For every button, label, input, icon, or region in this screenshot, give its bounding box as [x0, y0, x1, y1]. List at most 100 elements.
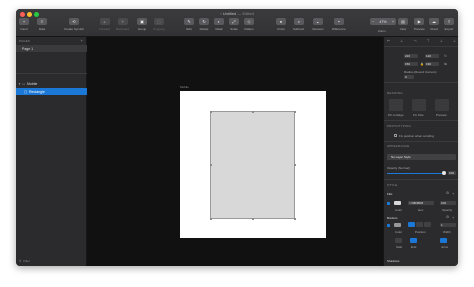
ungroup-icon: ▢ — [153, 18, 164, 25]
resizing-pin-to-edge[interactable] — [389, 99, 403, 111]
zoom-control[interactable]: − 47% + — [370, 18, 396, 25]
border-color-swatch[interactable] — [394, 223, 401, 227]
preview-button[interactable]: ▶ Preview — [414, 18, 425, 36]
ungroup-button[interactable]: ▢ Ungroup — [153, 18, 165, 36]
union-icon: ● — [276, 18, 286, 25]
view-button[interactable]: ▤ View — [398, 18, 408, 36]
resize-handle[interactable] — [293, 217, 296, 220]
add-fill-icon[interactable]: + — [452, 191, 454, 196]
resizing-header: RESIZING — [387, 91, 403, 95]
ends-start[interactable] — [395, 238, 402, 243]
backward-button[interactable]: ▼ Backward — [116, 18, 129, 36]
resizing-fix-size[interactable] — [412, 99, 426, 111]
divider — [384, 141, 458, 142]
flip-icon[interactable]: ⇋ — [444, 62, 447, 66]
page-item[interactable]: Page 1 — [16, 45, 87, 52]
opacity-slider-track[interactable] — [387, 173, 444, 174]
scale-icon: ⤢ — [229, 18, 239, 25]
zoom-in-icon[interactable]: + — [392, 20, 394, 24]
insert-button[interactable]: + Insert — [19, 18, 29, 36]
x-position-field[interactable]: 216 — [404, 54, 418, 58]
scale-button[interactable]: ⤢ Scale — [229, 18, 239, 36]
resize-handle[interactable] — [209, 110, 212, 113]
resize-handle[interactable] — [252, 110, 254, 113]
fix-size-label: Fix Size — [413, 113, 424, 117]
align-right-icon[interactable]: ⊣ — [413, 39, 416, 44]
layer-row-rectangle[interactable]: ▢ Rectangle — [16, 88, 87, 95]
resize-handle[interactable] — [293, 110, 296, 113]
data-button[interactable]: ≡ Data — [37, 18, 47, 36]
rotate-field-icon[interactable]: ↻ — [444, 54, 447, 58]
zoom-out-icon[interactable]: − — [372, 20, 374, 24]
add-border-icon[interactable]: + — [452, 215, 454, 220]
align-top-icon[interactable]: ⊤ — [427, 39, 430, 44]
forward-button[interactable]: ▲ Forward — [99, 18, 110, 36]
prototyping-header: PROTOTYPING — [387, 124, 411, 128]
artboard-label[interactable]: Mobile — [180, 85, 189, 89]
opacity-slider-knob[interactable] — [442, 171, 446, 175]
appearance-header: APPEARANCE — [387, 144, 410, 148]
fill-options-icon[interactable]: ⚙ — [446, 191, 449, 195]
align-center-icon[interactable]: ⊥ — [400, 39, 403, 44]
rotate-button[interactable]: ↻ Rotate — [199, 18, 209, 36]
backward-icon: ▼ — [117, 18, 128, 25]
fill-hex-field[interactable]: # D8D8D8 — [408, 201, 434, 205]
add-page-icon[interactable]: + — [81, 38, 83, 43]
subtract-button[interactable]: ◑ Subtract — [293, 18, 304, 36]
align-left-icon[interactable]: ⊢ — [387, 39, 390, 44]
y-position-field[interactable]: 120 — [425, 54, 439, 58]
cloud-button[interactable]: ☁ Cloud — [429, 18, 439, 36]
canvas[interactable]: Mobile — [87, 37, 383, 266]
ends-end[interactable] — [410, 238, 417, 243]
difference-button[interactable]: ◓ Difference — [332, 18, 346, 36]
opacity-field[interactable]: 100 — [448, 171, 456, 175]
border-width-label: Width — [443, 230, 451, 234]
intersect-icon: ◒ — [312, 18, 323, 25]
layer-style-select[interactable]: No Layer Style — [387, 154, 456, 160]
border-position-outside[interactable] — [424, 222, 431, 227]
edit-button[interactable]: ✎ Edit — [184, 18, 194, 36]
fix-position-label: Fix position when scrolling — [399, 134, 435, 138]
fill-hex-value: D8D8D8 — [411, 201, 424, 205]
align-bottom-icon[interactable]: ⊥ — [453, 39, 456, 44]
border-color-label: Color — [395, 230, 403, 234]
align-middle-icon[interactable]: ⊥ — [440, 39, 443, 44]
rectangle-shape[interactable] — [209, 110, 296, 220]
alignment-toolbar: ⊢ ⊥ ⊣ ⊤ ⊥ ⊥ — [387, 39, 456, 44]
radius-field[interactable]: 0 — [404, 75, 414, 79]
lock-proportions-icon[interactable]: 🔒 — [420, 62, 424, 66]
style-header: STYLE — [387, 183, 398, 187]
zoom-label: Zoom — [378, 29, 386, 33]
width-field[interactable]: 150 — [404, 62, 418, 66]
resize-handle[interactable] — [209, 217, 212, 220]
pages-divider — [16, 73, 87, 74]
export-button[interactable]: ⇪ Export — [444, 18, 454, 36]
resize-handle[interactable] — [293, 164, 296, 166]
create-symbol-button[interactable]: ⟲ Create Symbol — [64, 18, 84, 36]
mask-button[interactable]: ◐ Mask — [214, 18, 224, 36]
fill-enabled-checkbox[interactable] — [387, 202, 390, 205]
layer-filter[interactable]: ⚲ Filter — [19, 259, 30, 263]
border-position-inside[interactable] — [408, 222, 415, 227]
group-button[interactable]: ▣ Group — [137, 18, 147, 36]
flatten-button[interactable]: ◇ Flatten — [244, 18, 254, 36]
artboard-mobile[interactable] — [180, 91, 326, 238]
fill-opacity-field[interactable]: 100 — [440, 201, 456, 205]
union-button[interactable]: ● Union — [276, 18, 286, 36]
fills-header: Fills — [387, 192, 393, 196]
resize-handle[interactable] — [252, 217, 254, 220]
intersect-button[interactable]: ◒ Intersect — [312, 18, 324, 36]
layer-row-label: Rectangle — [29, 89, 45, 94]
fill-color-swatch[interactable] — [394, 201, 401, 205]
radius-label: Radius (Round Corners) — [404, 70, 437, 74]
layer-row-mobile[interactable]: ▼ ▭ Mobile — [16, 80, 87, 87]
height-field[interactable]: 190 — [425, 62, 439, 66]
border-enabled-checkbox[interactable] — [387, 224, 390, 227]
border-position-center[interactable] — [416, 222, 423, 227]
resize-handle[interactable] — [209, 164, 212, 166]
border-width-field[interactable]: 1 — [440, 223, 456, 227]
fix-position-checkbox[interactable] — [394, 134, 397, 137]
border-options-icon[interactable]: ⚙ — [446, 215, 449, 219]
joins[interactable] — [440, 238, 447, 243]
divider — [384, 82, 458, 83]
